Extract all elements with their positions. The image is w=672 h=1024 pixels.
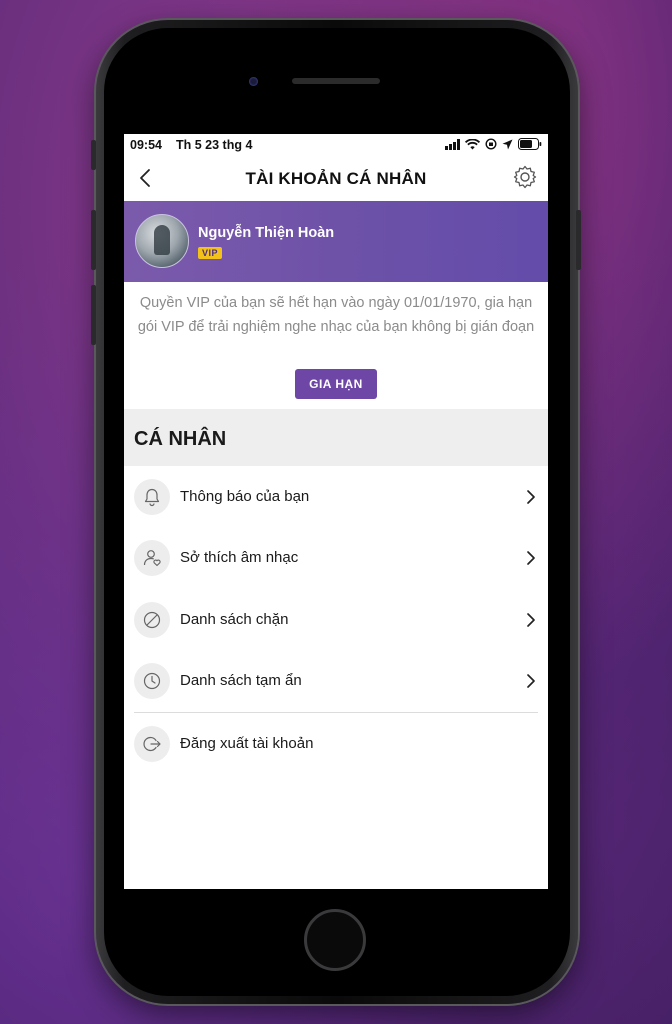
section-header: CÁ NHÂN bbox=[124, 409, 548, 466]
app-screen: 09:54 Th 5 23 thg 4 TÀI KHOẢN CÁ NHÂN Ng… bbox=[124, 134, 548, 889]
volume-down-button bbox=[91, 285, 96, 345]
profile-name: Nguyễn Thiện Hoàn bbox=[198, 225, 335, 241]
menu-item-logout[interactable]: Đăng xuất tài khoản bbox=[124, 713, 548, 775]
settings-gear-icon[interactable] bbox=[512, 164, 538, 190]
avatar[interactable] bbox=[135, 214, 189, 268]
wifi-icon bbox=[465, 138, 480, 149]
vip-expiry-notice: Quyền VIP của bạn sẽ hết hạn vào ngày 01… bbox=[137, 295, 535, 335]
menu-item-block-list[interactable]: Danh sách chặn bbox=[124, 589, 548, 651]
chevron-right-icon bbox=[527, 490, 535, 504]
menu-item-music-preferences[interactable]: Sở thích âm nhạc bbox=[124, 527, 548, 589]
menu-item-notifications[interactable]: Thông báo của bạn bbox=[124, 466, 548, 528]
location-icon bbox=[502, 139, 513, 149]
user-heart-icon bbox=[134, 540, 170, 576]
clock-icon bbox=[134, 663, 170, 699]
status-bar: 09:54 Th 5 23 thg 4 bbox=[124, 134, 548, 156]
status-icons bbox=[445, 138, 542, 150]
status-date: Th 5 23 thg 4 bbox=[176, 138, 253, 152]
block-icon bbox=[134, 602, 170, 638]
earpiece-speaker bbox=[292, 78, 380, 84]
profile-header[interactable]: Nguyễn Thiện Hoàn VIP bbox=[124, 201, 548, 282]
volume-up-button bbox=[91, 210, 96, 270]
chevron-right-icon bbox=[527, 674, 535, 688]
bell-icon bbox=[134, 479, 170, 515]
signal-icon bbox=[445, 138, 460, 150]
menu-label: Thông báo của bạn bbox=[180, 488, 310, 505]
logout-icon bbox=[134, 726, 170, 762]
chevron-right-icon bbox=[527, 551, 535, 565]
vip-badge: VIP bbox=[198, 247, 223, 259]
power-button bbox=[576, 210, 581, 270]
front-camera bbox=[249, 77, 258, 86]
menu-label: Đăng xuất tài khoản bbox=[180, 735, 314, 752]
menu-label: Sở thích âm nhạc bbox=[180, 549, 299, 566]
section-title: CÁ NHÂN bbox=[134, 428, 227, 450]
rotation-lock-icon bbox=[485, 138, 497, 150]
menu-label: Danh sách chặn bbox=[180, 611, 289, 628]
chevron-right-icon bbox=[527, 613, 535, 627]
status-time: 09:54 bbox=[130, 138, 162, 152]
navigation-bar: TÀI KHOẢN CÁ NHÂN bbox=[124, 156, 548, 201]
home-button[interactable] bbox=[304, 909, 366, 971]
mute-switch bbox=[91, 140, 96, 170]
renew-button[interactable]: GIA HẠN bbox=[295, 369, 377, 399]
menu-label: Danh sách tạm ẩn bbox=[180, 672, 302, 689]
battery-icon bbox=[518, 138, 542, 150]
page-title: TÀI KHOẢN CÁ NHÂN bbox=[245, 169, 427, 188]
menu-item-hidden-list[interactable]: Danh sách tạm ẩn bbox=[124, 650, 548, 712]
